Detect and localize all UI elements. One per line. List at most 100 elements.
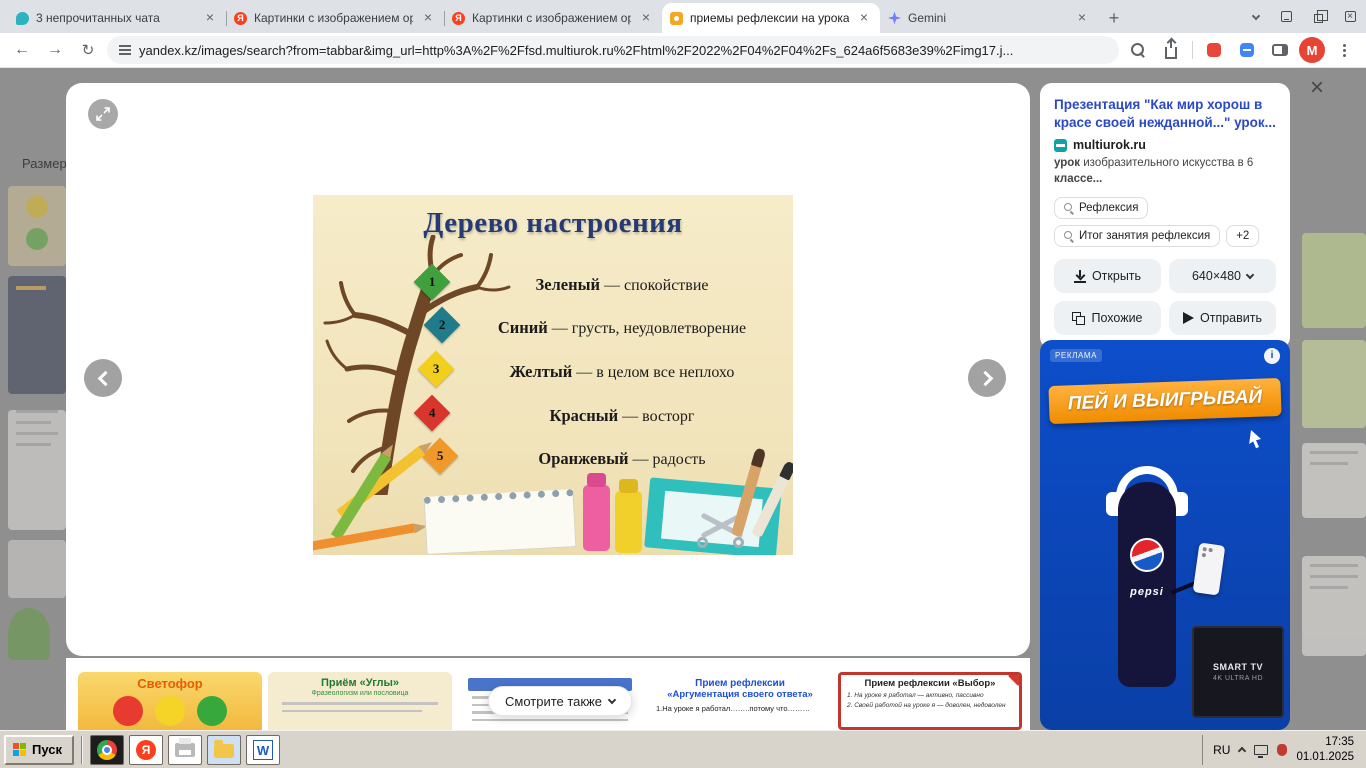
tab-title: 3 непрочитанных чата [36, 11, 195, 25]
extension-icon [1240, 43, 1254, 57]
tab-title: приемы рефлексии на уроках в [690, 11, 849, 25]
site-info-icon[interactable] [119, 45, 131, 55]
see-also-button[interactable]: Смотрите также [488, 686, 632, 716]
tab-close-icon[interactable] [1074, 10, 1090, 26]
related-card-svetofor[interactable]: Светофор [78, 672, 262, 730]
share-button[interactable] [1157, 36, 1185, 64]
size-select[interactable]: 640×480 [1169, 259, 1276, 293]
extension-red-button[interactable] [1200, 36, 1228, 64]
pepsi-logo-icon [1130, 538, 1164, 572]
taskbar-yandex-button[interactable] [129, 735, 163, 765]
bottle-body: pepsi [1118, 482, 1176, 687]
next-image-button[interactable] [968, 359, 1006, 397]
related-card-ugly[interactable]: Приём «Углы» Фразеологизм или пословица [268, 672, 452, 730]
expand-image-button[interactable] [88, 99, 118, 129]
minimize-icon [1281, 11, 1292, 22]
image-title-link[interactable]: Презентация "Как мир хорош в красе своей… [1054, 96, 1276, 131]
taskbar-clock[interactable]: 17:35 01.01.2025 [1296, 735, 1354, 764]
language-indicator[interactable]: RU [1213, 743, 1230, 757]
close-viewer-button[interactable] [1304, 76, 1330, 102]
browser-toolbar: yandex.kz/images/search?from=tabbar&img_… [0, 33, 1366, 68]
minimize-button[interactable] [1270, 0, 1302, 33]
tray-shield-icon[interactable] [1277, 744, 1287, 756]
tab-strip: 3 непрочитанных чата Картинки с изображе… [0, 0, 1366, 33]
browser-menu-button[interactable] [1330, 36, 1358, 64]
search-icon [1064, 203, 1074, 213]
start-button[interactable]: Пуск [4, 735, 74, 765]
tab-images-1[interactable]: Картинки с изображением орга [226, 3, 444, 33]
related-card-vybor[interactable]: Прием рефлексии «Выбор» 1. На уроке я ра… [838, 672, 1022, 730]
smiley-green-icon [26, 228, 48, 250]
pencil-graphic [313, 524, 415, 552]
clock-time: 17:35 [1296, 735, 1354, 749]
related-images-strip: Светофор Приём «Углы» Фразеологизм или п… [66, 658, 1030, 730]
tab-close-icon[interactable] [856, 10, 872, 26]
button-label: Отправить [1200, 311, 1262, 325]
profile-avatar[interactable]: M [1299, 37, 1325, 63]
tab-close-icon[interactable] [202, 10, 218, 26]
button-label: Открыть [1092, 269, 1141, 283]
background-thumbnail [8, 410, 66, 530]
restore-button[interactable] [1302, 0, 1334, 33]
ad-info-icon[interactable] [1264, 348, 1280, 364]
ad-headline: ПЕЙ И ВЫИГРЫВАЙ [1068, 387, 1263, 416]
chevron-down-icon [608, 696, 616, 704]
taskbar: Пуск RU 17:35 01.01.2025 [0, 730, 1366, 768]
address-bar[interactable]: yandex.kz/images/search?from=tabbar&img_… [107, 36, 1119, 64]
image-viewer-panel: Дерево настроения [66, 83, 1030, 656]
see-also-label: Смотрите также [505, 694, 602, 709]
taskbar-folder-button[interactable] [207, 735, 241, 765]
related-card-argumentacia[interactable]: Прием рефлексии «Аргументация своего отв… [648, 672, 832, 730]
new-tab-button[interactable] [1100, 4, 1128, 32]
tag-chip-itog[interactable]: Итог занятия рефлексия [1054, 225, 1220, 247]
restore-icon [1314, 14, 1323, 23]
traffic-light-icons [78, 696, 262, 726]
url-text: yandex.kz/images/search?from=tabbar&img_… [139, 43, 1107, 58]
background-thumbnail [1302, 233, 1366, 328]
previous-image-button[interactable] [84, 359, 122, 397]
action-buttons: Открыть 640×480 Похожие Отправить [1054, 259, 1276, 335]
more-tags-chip[interactable]: +2 [1226, 225, 1259, 247]
background-thumbnail [1302, 443, 1366, 518]
similar-button[interactable]: Похожие [1054, 301, 1161, 335]
mood-line-red: Красный — восторг [463, 406, 781, 426]
tab-title: Gemini [908, 11, 1067, 25]
clock-date: 01.01.2025 [1296, 750, 1354, 764]
back-button[interactable] [8, 36, 36, 64]
send-button[interactable]: Отправить [1169, 301, 1276, 335]
tray-expand-icon[interactable] [1238, 747, 1246, 755]
tab-images-2[interactable]: Картинки с изображением орган [444, 3, 662, 33]
close-window-button[interactable] [1334, 0, 1366, 33]
taskbar-printer-button[interactable] [168, 735, 202, 765]
extension-blue-button[interactable] [1233, 36, 1261, 64]
tv-text: SMART TV [1213, 662, 1263, 672]
advertisement-banner[interactable]: РЕКЛАМА ПЕЙ И ВЫИГРЫВАЙ pepsi SMART TV 4… [1040, 340, 1290, 730]
magnifier-icon [1131, 43, 1145, 57]
tab-unread-chats[interactable]: 3 непрочитанных чата [8, 3, 226, 33]
taskbar-word-button[interactable] [246, 735, 280, 765]
source-domain: multiurok.ru [1073, 138, 1146, 152]
forward-button[interactable] [41, 36, 69, 64]
tag-chip-reflexia[interactable]: Рефлексия [1054, 197, 1148, 219]
paper-graphic [644, 477, 782, 555]
card-title: Приём «Углы» [268, 677, 452, 689]
chevron-left-icon [97, 370, 113, 386]
toolbar-separator [1192, 41, 1193, 59]
background-thumbnail [8, 540, 66, 598]
open-button[interactable]: Открыть [1054, 259, 1161, 293]
tab-gemini[interactable]: Gemini [880, 3, 1098, 33]
taskbar-chrome-button[interactable] [90, 735, 124, 765]
tab-search-button[interactable] [1242, 3, 1270, 31]
tab-close-icon[interactable] [420, 10, 436, 26]
kebab-menu-icon [1343, 49, 1346, 52]
side-panel-button[interactable] [1266, 36, 1294, 64]
zoom-button[interactable] [1124, 36, 1152, 64]
source-link[interactable]: multiurok.ru [1054, 138, 1276, 152]
brush-graphic [751, 474, 790, 538]
tab-close-icon[interactable] [638, 10, 654, 26]
tab-current[interactable]: приемы рефлексии на уроках в [662, 3, 880, 33]
tray-monitor-icon[interactable] [1254, 745, 1268, 755]
viewed-image[interactable]: Дерево настроения [313, 195, 793, 555]
refresh-button[interactable] [74, 36, 102, 64]
chip-label: Итог занятия рефлексия [1079, 230, 1210, 242]
